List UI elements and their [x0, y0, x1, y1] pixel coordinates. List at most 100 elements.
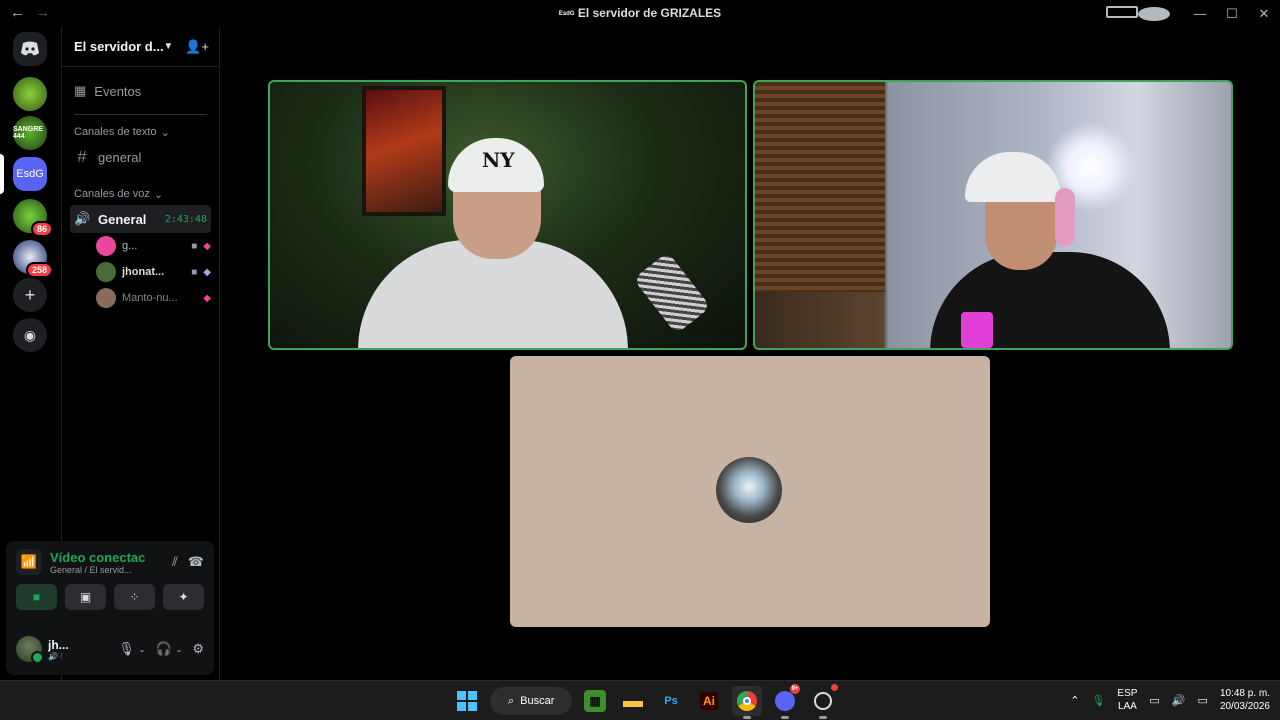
screen-share-button[interactable]: ▣: [65, 584, 106, 610]
camera-button[interactable]: ■: [16, 584, 57, 610]
video-tile-3-no-camera[interactable]: [510, 356, 990, 627]
channel-name: general: [98, 149, 142, 165]
app-icon[interactable]: [808, 684, 838, 719]
divider: [74, 114, 207, 115]
soundboard-icon: ✦: [178, 590, 189, 604]
activities-button[interactable]: ⁘: [114, 584, 155, 610]
battery-icon[interactable]: ▭: [1198, 694, 1208, 707]
avatar: [96, 236, 116, 256]
selected-server-pill: [0, 154, 4, 194]
activities-icon: ⁘: [129, 590, 140, 604]
voice-connection-panel: 📶 Vídeo conectac General / El servid... …: [6, 541, 214, 623]
window-blinds: [755, 82, 885, 292]
server-icon-esdg[interactable]: EsdG: [13, 157, 47, 191]
search-icon: ⌕: [508, 694, 515, 707]
active-indicator: [743, 716, 751, 719]
background-painting: [362, 86, 446, 216]
voice-channels-category[interactable]: Canales de voz ⌄: [62, 185, 219, 203]
discord-home-icon[interactable]: [13, 32, 47, 66]
server-icon-5[interactable]: 258: [13, 240, 53, 278]
discover-compass-icon[interactable]: ◉: [13, 318, 47, 352]
language-indicator[interactable]: ESP LAA: [1117, 687, 1137, 713]
voice-user-name: g...: [122, 240, 138, 252]
inbox-icon[interactable]: [1106, 6, 1138, 21]
soundboard-button[interactable]: ✦: [163, 584, 204, 610]
search-label: Buscar: [520, 695, 555, 707]
file-explorer-icon[interactable]: ▬: [618, 686, 648, 716]
video-tile-2[interactable]: [753, 80, 1233, 350]
chevron-up-icon[interactable]: ⌃: [1070, 694, 1079, 707]
headphones-icon[interactable]: 🎧: [155, 641, 171, 657]
lang-code: ESP: [1117, 688, 1138, 699]
pink-light: [961, 312, 993, 348]
voice-user-name: Manto-nu...: [122, 292, 178, 304]
screen-share-icon: ▣: [79, 590, 92, 604]
voice-channel-general[interactable]: 🔊 General 2:43:48: [70, 205, 211, 233]
voice-user[interactable]: Manto-nu... ◆: [96, 285, 211, 311]
microphone-tray-icon[interactable]: 🎙: [1091, 694, 1105, 707]
taskbar-search[interactable]: ⌕ Buscar: [490, 687, 572, 715]
avatar: [96, 262, 116, 282]
server-5-badge: 258: [25, 262, 53, 278]
volume-icon[interactable]: 🔊: [1172, 694, 1186, 707]
chevron-down-icon[interactable]: ⌄: [176, 645, 183, 654]
window-title-text: El servidor de GRIZALES: [577, 6, 722, 20]
activity-icon: ◆: [203, 240, 211, 252]
minimize-icon[interactable]: —: [1184, 6, 1216, 21]
server-icon-4[interactable]: 86: [13, 199, 53, 237]
illustrator-icon[interactable]: Ai: [694, 686, 724, 716]
minecraft-icon[interactable]: ▦: [584, 690, 606, 712]
avatar: [96, 288, 116, 308]
server-header[interactable]: El servidor d... ▼ 👤+: [62, 27, 219, 67]
invite-user-icon[interactable]: 👤+: [185, 39, 209, 55]
text-channels-category[interactable]: Canales de texto ⌄: [62, 123, 219, 141]
video-camera-icon: ■: [191, 240, 198, 252]
chevron-down-icon[interactable]: ⌄: [139, 645, 146, 654]
video-stage: NY: [221, 27, 1280, 680]
server-icon-2[interactable]: SANGRE 444: [13, 116, 47, 150]
maximize-icon[interactable]: ☐: [1216, 6, 1248, 22]
server-esdg-label: EsdG: [16, 168, 44, 180]
clock[interactable]: 10:48 p. m. 20/03/2026: [1220, 687, 1270, 713]
user-status: 🔊·!: [48, 651, 63, 661]
voice-user[interactable]: jhonat... ■ ◆: [96, 259, 211, 285]
video-camera-icon: ■: [191, 266, 198, 278]
username[interactable]: jh...: [48, 638, 76, 652]
photoshop-icon[interactable]: Ps: [656, 686, 686, 716]
user-panel: jh... 🔊·! 🎙 ⌄ 🎧 ⌄ ⚙: [6, 623, 214, 675]
add-server-icon[interactable]: +: [13, 278, 47, 312]
clock-time: 10:48 p. m.: [1219, 688, 1270, 699]
close-icon[interactable]: ✕: [1248, 6, 1280, 22]
active-indicator: [781, 716, 789, 719]
microphone-icon[interactable]: 🎙: [118, 641, 135, 657]
participant-cap: NY: [448, 138, 544, 192]
voice-status[interactable]: Vídeo conectac: [50, 550, 164, 565]
chevron-down-icon: ⌄: [153, 188, 164, 201]
server-name: El servidor d...: [74, 39, 164, 54]
signal-icon[interactable]: 📶: [16, 549, 42, 575]
camera-icon: ■: [32, 590, 41, 604]
video-tile-1[interactable]: NY: [268, 80, 747, 350]
title-bar: ← → EsdG El servidor de GRIZALES ? — ☐ ✕: [0, 0, 1280, 27]
noise-suppression-icon[interactable]: ⫽: [172, 554, 178, 570]
server-badge: EsdG: [558, 10, 575, 17]
network-icon[interactable]: ▭: [1149, 694, 1159, 707]
voice-user[interactable]: g... ■ ◆: [96, 233, 211, 259]
lang-layout: LAA: [1117, 701, 1137, 712]
calendar-icon: ▦: [74, 83, 87, 98]
discord-taskbar-icon[interactable]: 9+: [770, 684, 800, 719]
voice-location[interactable]: General / El servid...: [50, 565, 164, 575]
windows-start-icon[interactable]: [452, 686, 482, 716]
channel-general-text[interactable]: # general: [70, 143, 211, 171]
events-item[interactable]: ▦ Eventos: [74, 76, 219, 106]
disconnect-icon[interactable]: ☎: [188, 554, 204, 570]
settings-gear-icon[interactable]: ⚙: [192, 641, 204, 657]
active-indicator: [819, 716, 827, 719]
voice-user-name: jhonat...: [122, 266, 165, 278]
avatar[interactable]: [16, 636, 44, 664]
server-4-badge: 86: [30, 221, 53, 237]
clock-date: 20/03/2026: [1219, 701, 1270, 712]
chrome-icon[interactable]: [732, 686, 762, 719]
server-icon-1[interactable]: [13, 77, 47, 111]
help-icon[interactable]: ?: [1138, 6, 1170, 21]
